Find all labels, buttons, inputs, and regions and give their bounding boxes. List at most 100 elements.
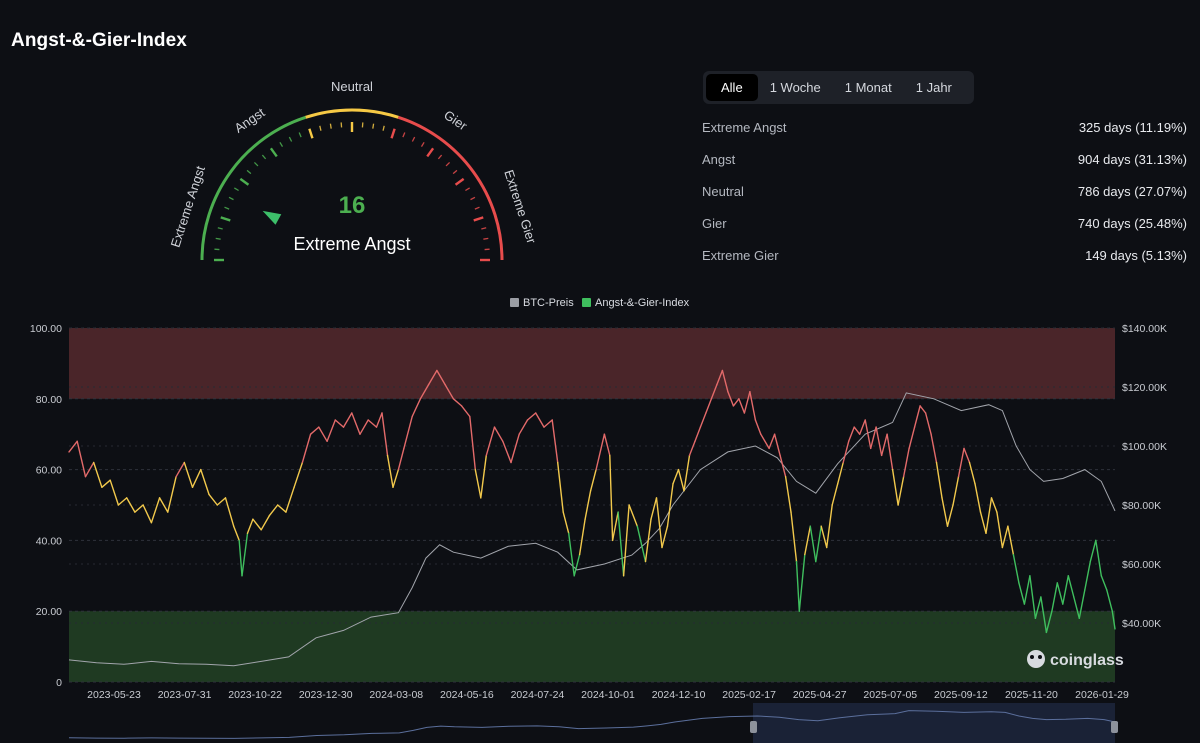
fear-greed-segment xyxy=(661,525,669,549)
fear-greed-segment xyxy=(809,525,817,563)
x-tick-label: 2025-09-12 xyxy=(934,689,988,701)
fear-greed-segment xyxy=(167,475,177,513)
stat-label: Gier xyxy=(702,216,727,231)
fear-greed-segment xyxy=(603,433,611,457)
sentiment-stats: Extreme Angst 325 days (11.19%) Angst 90… xyxy=(702,112,1187,272)
gauge-tick xyxy=(279,141,284,147)
fear-greed-segment xyxy=(1023,575,1031,605)
navigator-selection[interactable] xyxy=(753,703,1115,743)
gauge-tick xyxy=(411,136,416,142)
fear-greed-segment xyxy=(837,461,844,485)
fear-greed-segment xyxy=(474,468,482,499)
fear-greed-segment xyxy=(935,461,943,499)
gauge-value-label: Extreme Angst xyxy=(293,234,410,254)
navigator-handle-right[interactable] xyxy=(1111,721,1118,733)
fear-greed-segment xyxy=(101,479,111,489)
fear-greed-segment xyxy=(611,511,619,542)
fear-greed-segment xyxy=(326,419,336,443)
gauge-tick xyxy=(473,216,484,222)
fear-greed-segment xyxy=(848,426,855,443)
x-axis: 2023-05-23 2023-07-31 2023-10-22 2023-12-30… xyxy=(87,689,1129,701)
fear-greed-segment xyxy=(1018,582,1026,605)
legend-label-btc-price[interactable]: BTC-Preis xyxy=(523,297,574,309)
fear-greed-segment xyxy=(493,426,504,443)
tab-1-week[interactable]: 1 Woche xyxy=(758,74,833,101)
fear-greed-segment xyxy=(551,419,559,464)
gauge-tick xyxy=(224,206,230,210)
x-tick-label: 2024-07-24 xyxy=(511,689,565,701)
y-left-tick-label: 20.00 xyxy=(36,606,62,618)
legend-swatch-btc-price xyxy=(510,298,519,307)
fear-greed-segment xyxy=(224,497,235,527)
gauge-tick xyxy=(420,141,425,147)
fear-greed-segment xyxy=(309,426,320,435)
gauge-zone-label-neutral: Neutral xyxy=(331,79,373,94)
fear-greed-segment xyxy=(779,454,787,478)
fear-greed-segment xyxy=(952,475,960,506)
stat-label: Extreme Gier xyxy=(702,248,779,263)
fear-greed-segment xyxy=(609,454,614,542)
gauge-zone-label-extreme-greed: Extreme Gier xyxy=(501,168,539,246)
fear-greed-segment xyxy=(260,514,271,531)
y-right-tick-label: $140.00K xyxy=(1122,323,1167,335)
gauge-tick xyxy=(454,177,465,186)
gauge-tick xyxy=(465,187,471,192)
fear-greed-segment xyxy=(397,447,405,471)
gauge-zone-label-fear: Angst xyxy=(232,105,268,136)
navigator-handle-left[interactable] xyxy=(750,721,757,733)
fear-greed-segment xyxy=(617,511,625,577)
fear-greed-segment xyxy=(897,475,905,506)
gauge-tick xyxy=(329,123,332,129)
legend-label-fear-greed-index[interactable]: Angst-&-Gier-Index xyxy=(595,297,690,309)
fear-greed-segment xyxy=(919,405,927,414)
gauge-tick xyxy=(217,227,223,230)
fear-greed-segment xyxy=(562,511,570,535)
y-left-tick-label: 0 xyxy=(56,677,62,689)
fear-greed-segment xyxy=(1089,539,1097,563)
stat-value: 325 days (11.19%) xyxy=(1078,120,1187,135)
gauge-tick xyxy=(233,187,239,192)
stat-label: Neutral xyxy=(702,184,744,199)
gauge-tick xyxy=(298,132,302,138)
y-left-tick-label: 60.00 xyxy=(36,465,62,477)
fear-greed-gauge: 16 Extreme Angst Extreme Angst Angst Neu… xyxy=(168,79,539,262)
y-right-tick-label: $100.00K xyxy=(1122,441,1167,453)
stat-row-extreme-fear: Extreme Angst 325 days (11.19%) xyxy=(702,112,1187,144)
tab-1-year[interactable]: 1 Jahr xyxy=(904,74,964,101)
x-tick-label: 2025-07-05 xyxy=(863,689,917,701)
y-right-tick-label: $60.00K xyxy=(1122,559,1161,571)
y-right-tick-label: $80.00K xyxy=(1122,500,1161,512)
gauge-tick xyxy=(445,161,451,167)
gauge-tick xyxy=(452,169,458,175)
fear-greed-segment xyxy=(573,553,581,577)
fear-greed-segment xyxy=(392,468,400,489)
fear-greed-segment xyxy=(359,419,369,435)
fear-greed-segment xyxy=(595,433,606,471)
fear-greed-segment xyxy=(795,560,800,612)
fear-greed-segment xyxy=(76,440,87,478)
fear-greed-segment xyxy=(831,483,839,506)
fear-greed-segment xyxy=(666,483,674,527)
page-title: Angst-&-Gier-Index xyxy=(11,30,187,51)
fear-greed-segment xyxy=(784,475,792,513)
stat-value: 904 days (31.13%) xyxy=(1077,152,1187,167)
fear-greed-segment xyxy=(191,468,202,489)
x-tick-label: 2026-01-29 xyxy=(1075,689,1129,701)
tab-all[interactable]: Alle xyxy=(706,74,758,101)
fear-greed-segment xyxy=(790,511,798,563)
fear-greed-segment xyxy=(92,461,103,489)
fear-greed-segment xyxy=(773,433,781,457)
stat-value: 149 days (5.13%) xyxy=(1085,248,1187,263)
range-navigator[interactable] xyxy=(68,703,1119,743)
fear-greed-segment xyxy=(820,525,828,549)
tab-1-month[interactable]: 1 Monat xyxy=(833,74,904,101)
fear-greed-segment xyxy=(699,412,707,428)
fear-greed-segment xyxy=(246,518,254,535)
fear-greed-segment xyxy=(688,440,696,457)
fear-greed-segment xyxy=(277,504,287,513)
fear-greed-segment xyxy=(84,461,95,478)
fear-greed-segment xyxy=(134,504,144,513)
y-axis-left: 0 20.00 40.00 60.00 80.00 100.00 xyxy=(30,323,62,689)
x-tick-label: 2023-12-30 xyxy=(299,689,353,701)
fear-greed-segment xyxy=(672,468,680,485)
